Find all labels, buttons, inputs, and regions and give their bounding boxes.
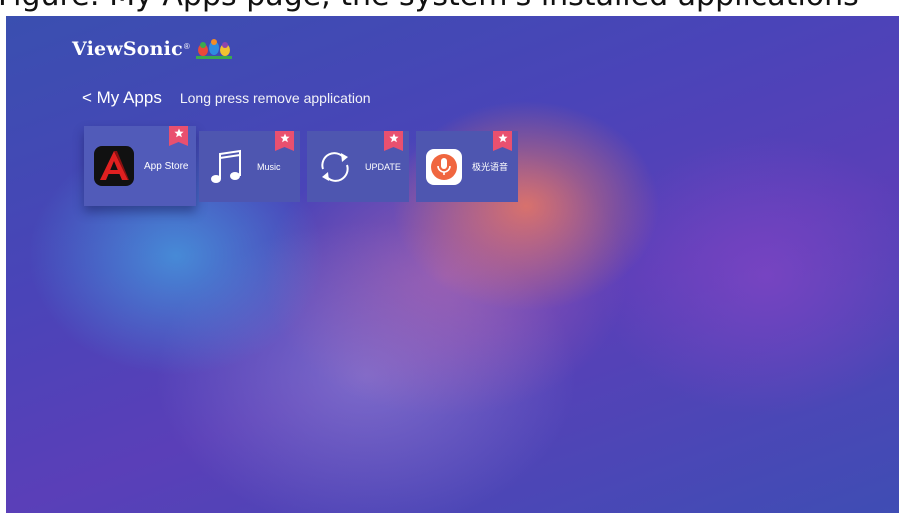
- app-tile-voice[interactable]: 极光语音: [416, 131, 518, 202]
- app-tile-update[interactable]: UPDATE: [307, 131, 409, 202]
- app-tile-music[interactable]: Music: [199, 131, 300, 202]
- registered-mark: ®: [183, 42, 190, 51]
- birds-logo-icon: [195, 39, 232, 59]
- breadcrumb: < My Apps Long press remove application: [82, 88, 371, 108]
- favorite-star-icon: [169, 126, 188, 146]
- refresh-icon: [321, 151, 349, 182]
- music-note-icon: [211, 149, 241, 183]
- favorite-star-icon: [493, 131, 512, 151]
- app-label: Music: [257, 161, 281, 172]
- favorite-star-icon: [384, 131, 403, 151]
- app-tile-app-store[interactable]: App Store: [84, 126, 196, 206]
- back-to-my-apps-link[interactable]: < My Apps: [82, 88, 162, 108]
- viewsonic-logo: ViewSonic ®: [72, 38, 234, 60]
- brand-name: ViewSonic: [72, 38, 183, 60]
- app-label: App Store: [144, 160, 189, 172]
- long-press-hint: Long press remove application: [179, 90, 371, 106]
- cropped-caption: Figure: My Apps page, the system's insta…: [0, 0, 905, 16]
- app-store-icon: [94, 146, 134, 186]
- app-label: 极光语音: [472, 162, 509, 172]
- microphone-icon: [426, 148, 462, 185]
- cropped-caption-text: Figure: My Apps page, the system's insta…: [0, 0, 859, 13]
- app-label: UPDATE: [365, 161, 401, 172]
- favorite-star-icon: [275, 131, 294, 151]
- my-apps-screen: ViewSonic ® < My Apps Long press remove a…: [6, 16, 899, 513]
